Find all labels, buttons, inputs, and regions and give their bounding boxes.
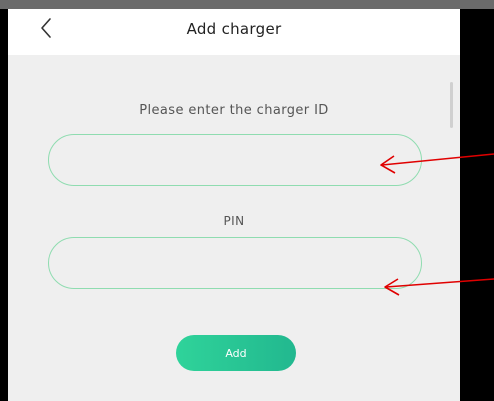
pin-input[interactable] <box>48 237 422 289</box>
app-header: Add charger <box>8 9 460 55</box>
pin-label: PIN <box>223 214 245 228</box>
status-bar-strip <box>0 0 494 9</box>
add-button[interactable]: Add <box>176 335 296 371</box>
charger-id-input[interactable] <box>48 134 422 186</box>
page-title: Add charger <box>186 20 282 38</box>
charger-id-label: Please enter the charger ID <box>139 103 329 118</box>
app-screen: Add charger Please enter the charger ID … <box>8 9 460 401</box>
